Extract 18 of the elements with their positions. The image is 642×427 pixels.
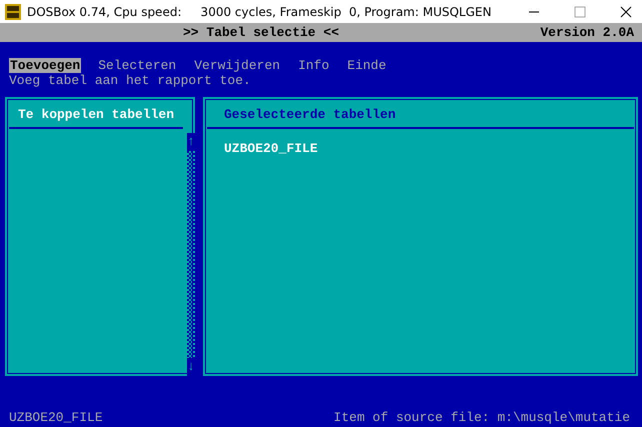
screen-title: >> Tabel selectie << <box>182 25 340 40</box>
status-text: UZBOE20_FILE <box>9 410 103 425</box>
menu-item[interactable]: Info <box>297 58 330 73</box>
status-text: Item of source file: m:\musqle\mutatie <box>334 410 630 425</box>
window-title: DOSBox 0.74, Cpu speed: 3000 cycles, Frameskip 0, Program: MUSQLGEN <box>27 4 492 18</box>
panel-title: Geselecteerde tabellen <box>207 101 634 129</box>
version-label: Version 2.0A <box>539 25 634 40</box>
panel-title: Te koppelen tabellen <box>9 101 183 129</box>
scroll-up-button[interactable]: ↑ <box>187 133 195 151</box>
table-item[interactable]: UZBOE20_FILE <box>224 141 634 156</box>
menu-item[interactable]: Verwijderen <box>193 58 282 73</box>
scroll-down-button[interactable]: ↓ <box>187 358 195 376</box>
menu-item[interactable]: Selecteren <box>97 58 178 73</box>
app-icon <box>5 4 21 20</box>
menu-item[interactable]: Toevoegen <box>9 58 82 73</box>
close-icon[interactable] <box>620 6 632 18</box>
hint-text: Voeg tabel aan het rapport toe. <box>8 73 252 88</box>
menu-item[interactable]: Einde <box>346 58 388 73</box>
